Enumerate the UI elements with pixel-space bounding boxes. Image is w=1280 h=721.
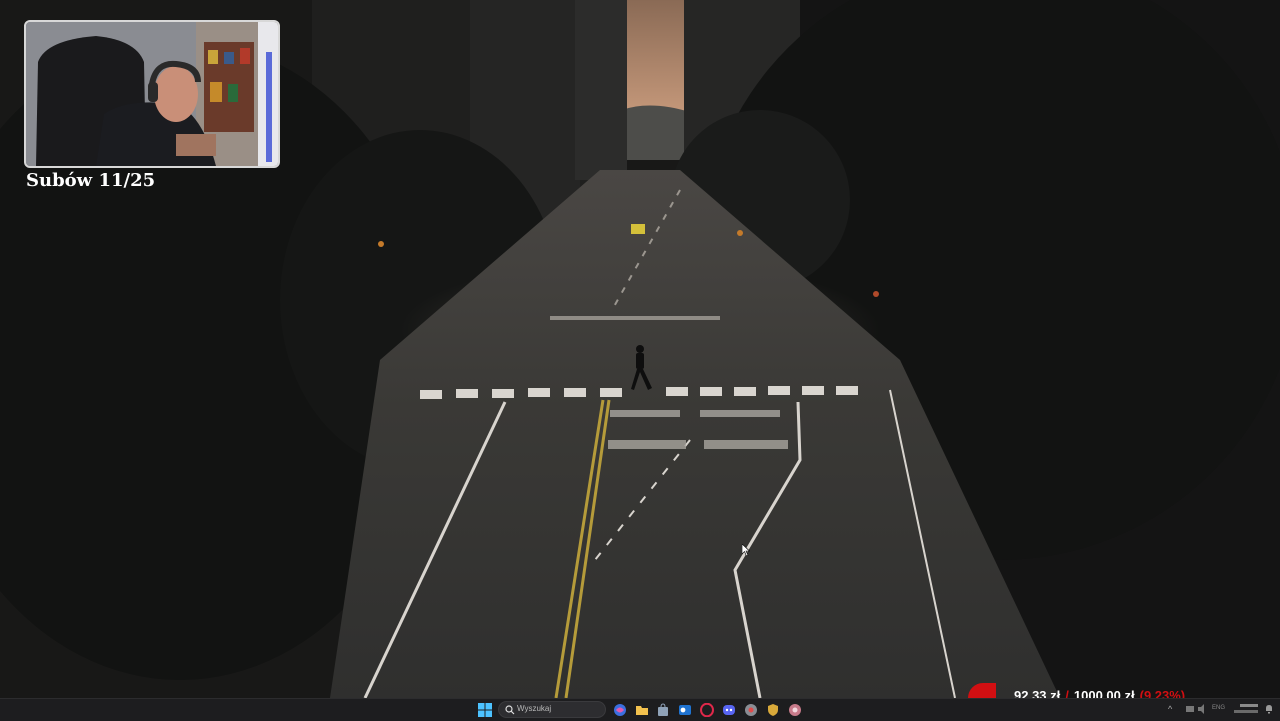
game-app-icon[interactable] xyxy=(788,703,802,717)
opera-gx-icon[interactable] xyxy=(700,703,714,717)
tray-status-icons[interactable] xyxy=(1186,704,1208,714)
streamer-camera-feed xyxy=(26,22,278,166)
start-icon[interactable] xyxy=(478,703,492,717)
subscriber-counter: Subów 11/25 xyxy=(26,170,156,191)
chrome-icon[interactable] xyxy=(744,703,758,717)
outlook-icon[interactable] xyxy=(678,703,692,717)
search-icon xyxy=(505,705,515,715)
taskbar: Wyszukaj ^ ENG xyxy=(0,698,1280,721)
shield-app-icon[interactable] xyxy=(766,703,780,717)
notification-bell-icon[interactable] xyxy=(1264,704,1274,714)
file-explorer-icon[interactable] xyxy=(635,703,649,717)
discord-icon[interactable] xyxy=(722,703,736,717)
webcam-overlay xyxy=(24,20,280,168)
mouse-cursor-icon xyxy=(742,544,750,556)
taskbar-search-box[interactable]: Wyszukaj xyxy=(498,701,606,718)
microsoft-store-icon[interactable] xyxy=(656,703,670,717)
tray-overflow-icon[interactable]: ^ xyxy=(1168,704,1172,714)
language-indicator[interactable]: ENG xyxy=(1212,705,1225,711)
clock-icon[interactable] xyxy=(1228,701,1258,715)
copilot-icon[interactable] xyxy=(613,703,627,717)
search-placeholder: Wyszukaj xyxy=(517,704,552,713)
